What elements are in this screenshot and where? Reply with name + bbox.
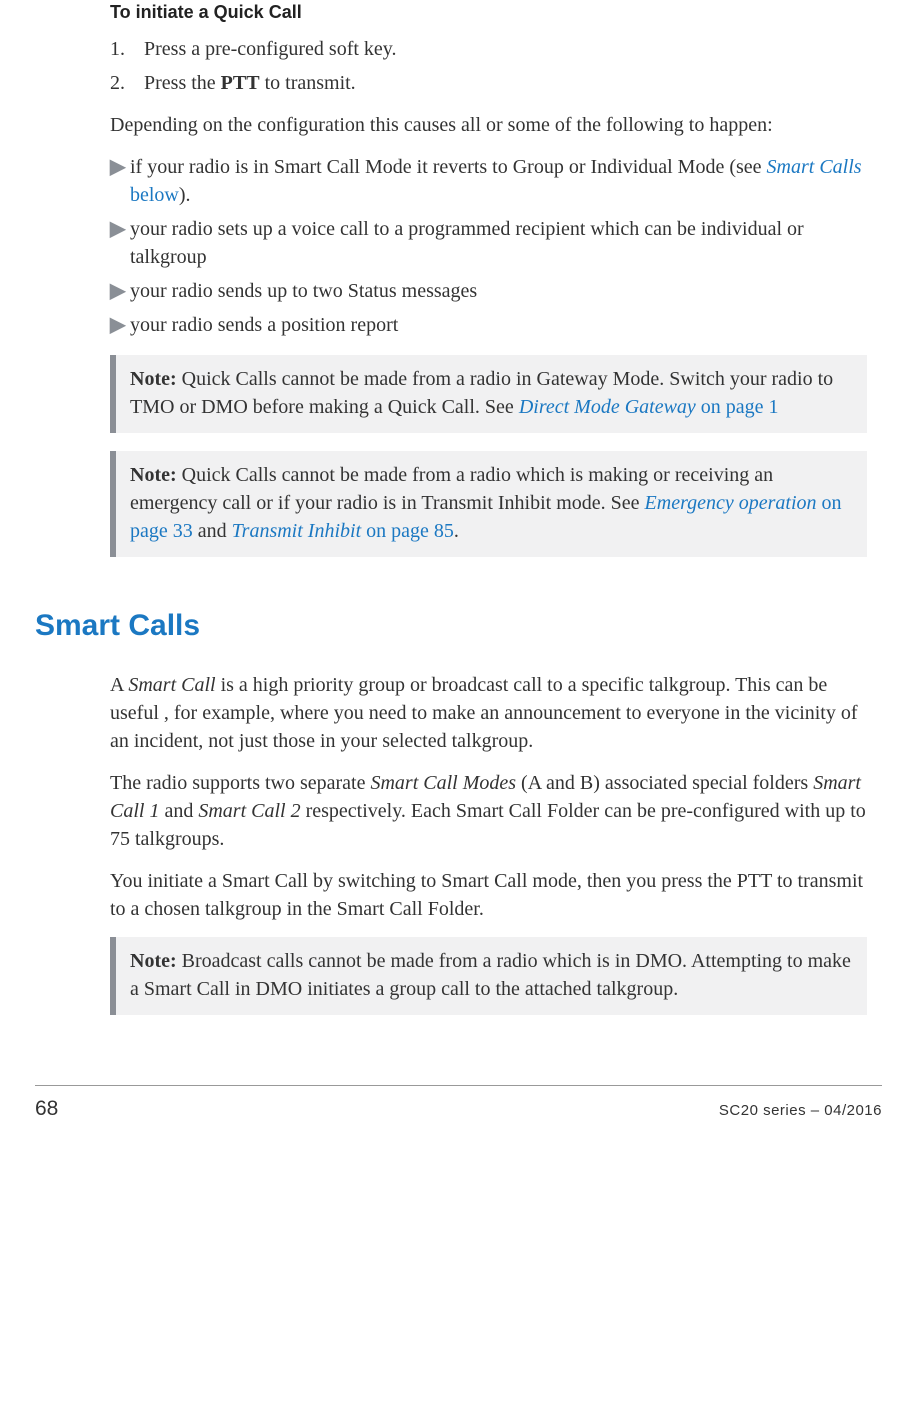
list-item: 1. Press a pre-configured soft key. [110, 35, 867, 63]
text: ). [179, 184, 191, 206]
page-number: 68 [35, 1094, 58, 1123]
arrow-icon: ▶ [110, 277, 130, 305]
direct-mode-gateway-link[interactable]: on page 1 [696, 396, 779, 418]
quick-call-heading: To initiate a Quick Call [110, 0, 867, 25]
term: Smart Call [128, 674, 215, 696]
bullet-text: if your radio is in Smart Call Mode it r… [130, 153, 867, 209]
text: . [454, 520, 459, 542]
text: and [159, 800, 198, 822]
note-emergency-mode: Note: Quick Calls cannot be made from a … [110, 451, 867, 557]
term: Smart Call Modes [370, 772, 516, 794]
text: The radio supports two separate [110, 772, 370, 794]
page-footer: 68 SC20 series – 04/2016 [35, 1086, 882, 1141]
doc-info: SC20 series – 04/2016 [719, 1100, 882, 1121]
step-text: Press the PTT to transmit. [144, 69, 867, 97]
text: Press the [144, 72, 221, 94]
step-number: 1. [110, 35, 144, 63]
smart-calls-para-1: A Smart Call is a high priority group or… [110, 671, 867, 755]
quick-call-intro: Depending on the configuration this caus… [110, 111, 867, 139]
smart-calls-para-3: You initiate a Smart Call by switching t… [110, 867, 867, 923]
note-label: Note: [130, 950, 177, 972]
transmit-inhibit-link[interactable]: Transmit Inhibit [232, 520, 361, 542]
step-number: 2. [110, 69, 144, 97]
emergency-operation-link[interactable]: Emergency operation [645, 492, 817, 514]
term: Smart Call 2 [198, 800, 300, 822]
text: A [110, 674, 128, 696]
text: and [193, 520, 232, 542]
list-item: ▶ your radio sets up a voice call to a p… [110, 215, 867, 271]
text: to transmit. [260, 72, 356, 94]
bullet-text: your radio sets up a voice call to a pro… [130, 215, 867, 271]
note-dmo-broadcast: Note: Broadcast calls cannot be made fro… [110, 937, 867, 1015]
list-item: ▶ your radio sends up to two Status mess… [110, 277, 867, 305]
list-item: ▶ if your radio is in Smart Call Mode it… [110, 153, 867, 209]
list-item: 2. Press the PTT to transmit. [110, 69, 867, 97]
step-text: Press a pre-configured soft key. [144, 35, 867, 63]
smart-calls-title: Smart Calls [35, 605, 867, 647]
text: if your radio is in Smart Call Mode it r… [130, 156, 767, 178]
list-item: ▶ your radio sends a position report [110, 311, 867, 339]
note-text: Broadcast calls cannot be made from a ra… [130, 950, 851, 1000]
transmit-inhibit-link[interactable]: on page 85 [361, 520, 454, 542]
note-gateway-mode: Note: Quick Calls cannot be made from a … [110, 355, 867, 433]
quick-call-steps: 1. Press a pre-configured soft key. 2. P… [110, 35, 867, 97]
note-label: Note: [130, 368, 177, 390]
direct-mode-gateway-link[interactable]: Direct Mode Gateway [519, 396, 696, 418]
smart-calls-link[interactable]: Smart Calls [767, 156, 862, 178]
quick-call-effects: ▶ if your radio is in Smart Call Mode it… [110, 153, 867, 339]
smart-calls-para-2: The radio supports two separate Smart Ca… [110, 769, 867, 853]
smart-calls-link[interactable]: below [130, 184, 179, 206]
bullet-text: your radio sends up to two Status messag… [130, 277, 867, 305]
ptt-label: PTT [221, 72, 260, 94]
arrow-icon: ▶ [110, 311, 130, 339]
bullet-text: your radio sends a position report [130, 311, 867, 339]
text: (A and B) associated special folders [516, 772, 813, 794]
text: is a high priority group or broadcast ca… [110, 674, 858, 752]
arrow-icon: ▶ [110, 215, 130, 271]
note-label: Note: [130, 464, 177, 486]
arrow-icon: ▶ [110, 153, 130, 209]
